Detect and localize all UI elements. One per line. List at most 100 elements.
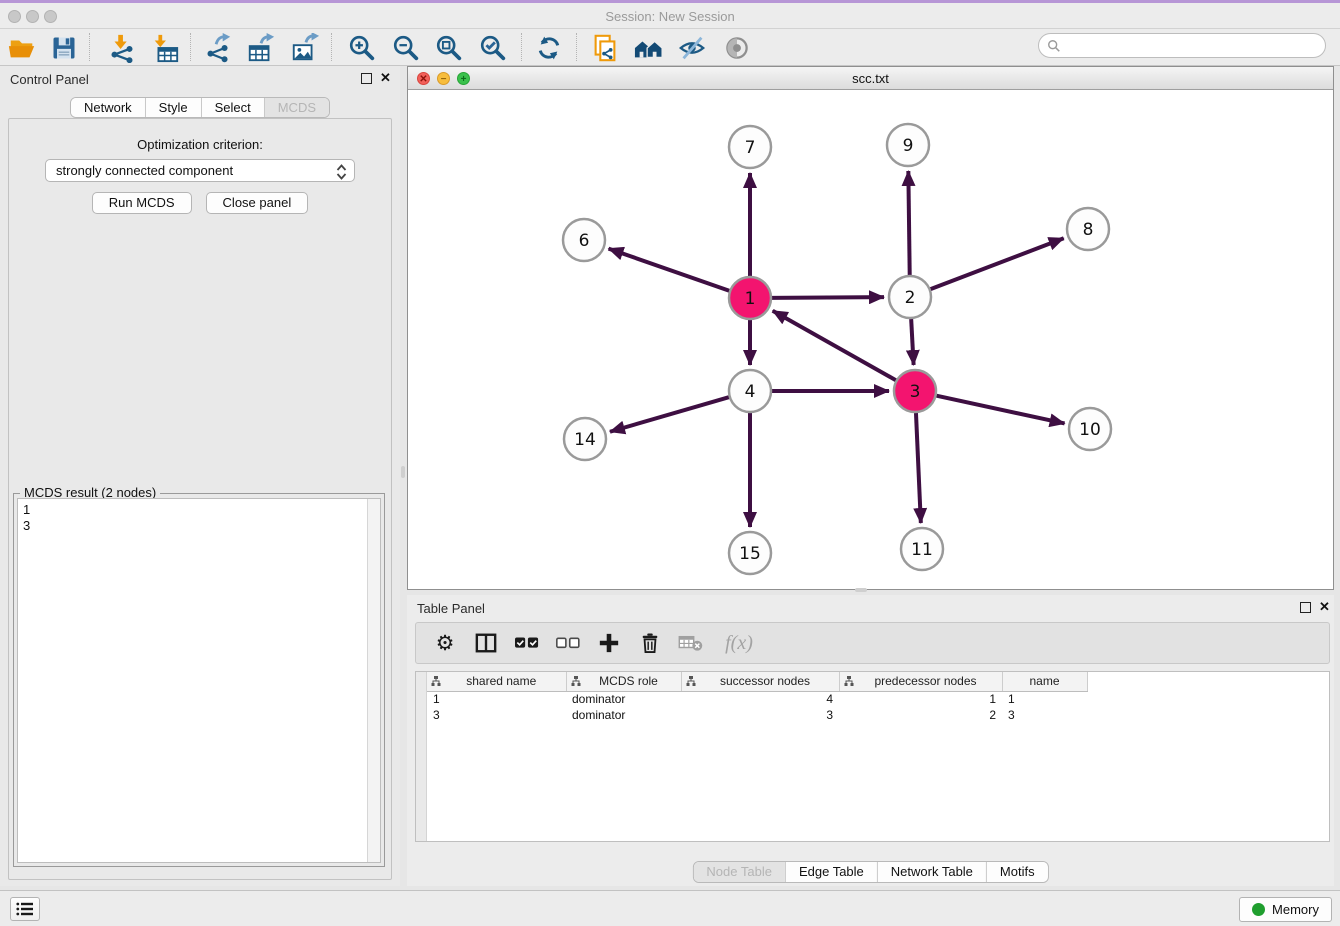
mcds-result-scrollbar[interactable] [367,499,380,862]
memory-status-icon [1252,903,1265,916]
export-network-button[interactable] [201,31,235,64]
graph-edge-2-9[interactable] [908,171,909,275]
split-view-button[interactable] [473,630,499,656]
close-panel-button[interactable]: Close panel [206,192,309,214]
graph-edge-3-11[interactable] [916,413,921,523]
tab-motifs[interactable]: Motifs [986,862,1048,882]
column-header-shared-name[interactable]: shared name [427,672,566,691]
select-all-button[interactable] [514,630,540,656]
node-table: shared nameMCDS rolesuccessor nodesprede… [415,671,1330,842]
open-session-button[interactable] [5,31,39,64]
graph-node-15[interactable]: 15 [729,532,771,574]
open-folder-icon [7,33,37,63]
memory-button[interactable]: Memory [1239,897,1332,922]
export-table-button[interactable] [244,31,278,64]
table-cell: dominator [566,691,681,707]
svg-text:2: 2 [905,288,916,308]
tab-network-table[interactable]: Network Table [877,862,986,882]
save-session-button[interactable] [47,31,81,64]
tab-network[interactable]: Network [71,98,145,117]
tab-select[interactable]: Select [201,98,264,117]
svg-text:15: 15 [739,544,761,564]
delete-column-button[interactable] [637,630,663,656]
graph-edge-1-2[interactable] [772,297,884,298]
graph-node-3[interactable]: 3 [894,370,936,412]
show-details-button[interactable] [720,31,754,64]
column-header-name[interactable]: name [1002,672,1087,691]
graph-edge-2-8[interactable] [931,238,1064,289]
control-panel-tabs: Network Style Select MCDS [70,97,330,118]
column-header-successor-nodes[interactable]: successor nodes [681,672,839,691]
graph-edge-3-10[interactable] [936,396,1064,424]
graph-edge-4-14[interactable] [610,397,729,432]
graph-node-6[interactable]: 6 [563,219,605,261]
optimization-criterion-select[interactable]: strongly connected component [45,159,355,182]
window-title: Session: New Session [0,9,1340,24]
graph-edge-1-6[interactable] [609,249,730,291]
svg-text:1: 1 [745,289,756,309]
run-mcds-button[interactable]: Run MCDS [92,192,192,214]
first-neighbors-button[interactable] [632,31,666,64]
graph-node-7[interactable]: 7 [729,126,771,168]
table-panel: Table Panel ✕ ⚙ f(x) [407,595,1334,886]
zoom-fit-button[interactable] [432,31,466,64]
refresh-button[interactable] [532,31,566,64]
close-panel-icon[interactable]: ✕ [1319,600,1330,614]
vertical-splitter-grip[interactable] [401,466,405,478]
tab-node-table[interactable]: Node Table [693,862,785,882]
column-header-MCDS-role[interactable]: MCDS role [566,672,681,691]
export-image-button[interactable] [288,31,322,64]
houses-icon [633,33,665,63]
apply-function-button[interactable]: f(x) [719,630,759,656]
table-row[interactable]: 3dominator323 [427,707,1087,723]
graph-edge-2-3[interactable] [911,319,913,365]
column-header-predecessor-nodes[interactable]: predecessor nodes [839,672,1002,691]
zoom-selected-button[interactable] [476,31,510,64]
svg-text:11: 11 [911,540,933,560]
close-panel-icon[interactable]: ✕ [380,71,391,85]
toolbar-divider [576,33,577,61]
zoom-in-button[interactable] [345,31,379,64]
horizontal-splitter-grip[interactable] [855,588,867,592]
task-history-button[interactable] [10,897,40,921]
graph-node-9[interactable]: 9 [887,124,929,166]
graph-node-11[interactable]: 11 [901,528,943,570]
zoom-out-button[interactable] [389,31,423,64]
clone-network-button[interactable] [588,31,622,64]
tab-style[interactable]: Style [145,98,201,117]
table-row[interactable]: 1dominator411 [427,691,1087,707]
delete-table-icon [678,634,704,652]
zoom-selected-icon [478,33,508,63]
attribute-type-icon [571,676,581,686]
table-settings-button[interactable]: ⚙ [432,630,458,656]
graph-node-1[interactable]: 1 [729,277,771,319]
network-window-titlebar: ✕ − + scc.txt [408,67,1333,90]
deselect-all-button[interactable] [555,630,581,656]
graph-node-8[interactable]: 8 [1067,208,1109,250]
graph-node-2[interactable]: 2 [889,276,931,318]
attribute-type-icon [844,676,854,686]
graph-node-10[interactable]: 10 [1069,408,1111,450]
svg-text:4: 4 [745,382,756,402]
plus-icon [598,632,620,654]
float-panel-icon[interactable] [361,73,372,84]
control-panel: Control Panel ✕ Network Style Select MCD… [0,66,400,886]
float-panel-icon[interactable] [1300,602,1311,613]
search-input[interactable] [1061,36,1325,56]
delete-table-button[interactable] [678,630,704,656]
tab-edge-table[interactable]: Edge Table [785,862,877,882]
mcds-tab-pane: Optimization criterion: strongly connect… [8,118,392,880]
graph-node-14[interactable]: 14 [564,418,606,460]
network-canvas[interactable]: 7 9 6 8 1 2 4 3 14 10 15 11 [408,90,1333,589]
add-column-button[interactable] [596,630,622,656]
mcds-result-textarea[interactable]: 1 3 [17,498,381,863]
network-graph: 7 9 6 8 1 2 4 3 14 10 15 11 [408,90,1333,589]
tab-mcds[interactable]: MCDS [264,98,329,117]
graph-node-4[interactable]: 4 [729,370,771,412]
import-table-button[interactable] [148,31,182,64]
hide-details-button[interactable] [675,31,709,64]
import-network-button[interactable] [105,31,139,64]
graph-edge-3-1[interactable] [773,311,896,380]
table-cell: 3 [1002,707,1087,723]
trash-icon [640,632,660,654]
